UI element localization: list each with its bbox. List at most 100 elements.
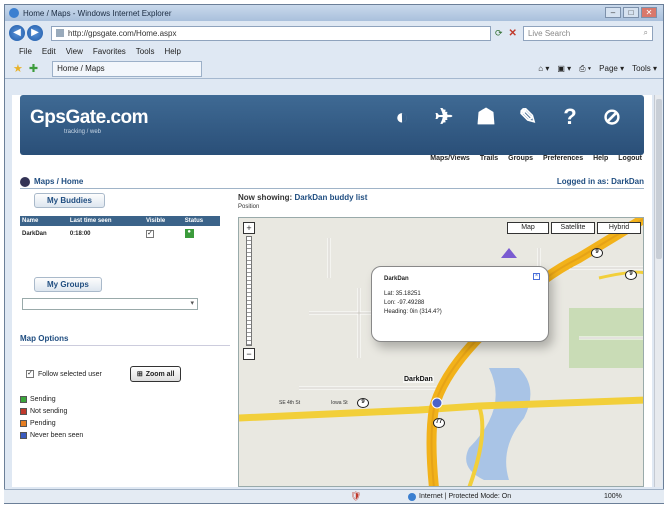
buddy-name[interactable]: DarkDan	[20, 226, 68, 241]
site-logo[interactable]: GpsGate.com	[30, 107, 149, 129]
map-type-map[interactable]: Map	[507, 222, 549, 234]
legend-label: Not sending	[30, 408, 68, 415]
zoom-slider[interactable]	[246, 236, 252, 346]
url-field[interactable]: http://gpsgate.com/Home.aspx	[51, 25, 491, 41]
status-legend: Sending Not sending Pending Never been s…	[20, 396, 230, 439]
back-button[interactable]: ◀	[9, 25, 25, 41]
legend-label: Never been seen	[30, 432, 84, 439]
my-buddies-tab[interactable]: My Buddies	[34, 193, 105, 208]
bubble-lon: Lon: -97.49288	[384, 300, 425, 306]
col-visible: Visible	[144, 216, 183, 226]
follow-checkbox[interactable]: ✓	[26, 370, 34, 378]
breadcrumb-row: Maps / Home Logged in as: DarkDan	[20, 175, 644, 189]
maps-views-icon[interactable]: ◐	[388, 103, 416, 131]
tab-home-maps[interactable]: Home / Maps	[52, 60, 203, 77]
maximize-button[interactable]: □	[623, 7, 639, 18]
bubble-close-icon[interactable]: ×	[533, 273, 540, 280]
map-options-title: Map Options	[20, 334, 230, 346]
nav-preferences[interactable]: Preferences	[543, 155, 583, 162]
add-favorite-icon[interactable]: ✚	[29, 62, 38, 75]
legend-label: Sending	[30, 396, 56, 403]
menu-favorites[interactable]: Favorites	[93, 47, 126, 56]
menu-bar: File Edit View Favorites Tools Help	[5, 45, 663, 58]
zone-info[interactable]: Internet | Protected Mode: On	[408, 492, 512, 501]
route-shield: 9	[625, 270, 637, 280]
col-name: Name	[20, 216, 68, 226]
menu-help[interactable]: Help	[164, 47, 180, 56]
search-icon[interactable]: ⌕	[643, 28, 647, 38]
stop-icon[interactable]: ✕	[509, 28, 517, 39]
buddy-pin-label[interactable]: DarkDan	[403, 376, 434, 383]
zone-text: Internet | Protected Mode: On	[419, 493, 512, 500]
my-groups-tab[interactable]: My Groups	[34, 277, 102, 292]
help-icon[interactable]: ?	[556, 103, 584, 131]
map-type-hybrid[interactable]: Hybrid	[597, 222, 641, 234]
logout-icon[interactable]: ⊘	[598, 103, 626, 131]
table-row[interactable]: DarkDan 0:18:00 ✓ ●	[20, 226, 220, 241]
security-icon[interactable]: 🛡	[350, 491, 361, 502]
now-showing: Now showing: DarkDan buddy list	[238, 193, 644, 202]
minimize-button[interactable]: –	[605, 7, 621, 18]
menu-file[interactable]: File	[19, 47, 32, 56]
legend-item: Never been seen	[20, 432, 230, 439]
zoom-level[interactable]: 100%	[604, 493, 622, 500]
internet-globe-icon	[408, 492, 416, 501]
site-header: GpsGate.com tracking / web ◐ ✈ ☗ ✎ ? ⊘	[20, 95, 644, 155]
vertical-scrollbar[interactable]	[654, 95, 662, 487]
window-title: Home / Maps - Windows Internet Explorer	[23, 8, 172, 18]
buddy-time: 0:18:00	[69, 230, 91, 237]
header-nav: Maps/Views Trails Groups Preferences Hel…	[430, 155, 642, 162]
zoom-out-button[interactable]: −	[243, 348, 255, 360]
trails-icon[interactable]: ✈	[430, 103, 458, 131]
road-label: SE 4th St	[279, 400, 301, 406]
page-menu[interactable]: Page ▾	[599, 64, 624, 74]
map-panel: Now showing: DarkDan buddy list Position…	[238, 193, 644, 487]
url-text: http://gpsgate.com/Home.aspx	[68, 28, 177, 38]
map-canvas[interactable]: Map Satellite Hybrid + − 9 9 9 77 SE 4th…	[238, 217, 644, 487]
close-window-button[interactable]: ✕	[641, 7, 657, 18]
nav-maps-views[interactable]: Maps/Views	[430, 155, 470, 162]
nav-help[interactable]: Help	[593, 155, 608, 162]
preferences-icon[interactable]: ✎	[514, 103, 542, 131]
title-bar: Home / Maps - Windows Internet Explorer …	[5, 5, 663, 21]
menu-tools[interactable]: Tools	[136, 47, 155, 56]
group-select[interactable]: ▾	[22, 298, 198, 310]
search-input[interactable]: Live Search ⌕	[522, 25, 653, 41]
refresh-icon[interactable]: ⟳	[495, 28, 503, 39]
map-roads	[239, 218, 643, 486]
buddy-table: Name Last time seen Visible Status DarkD…	[20, 216, 220, 241]
legend-item: Not sending	[20, 408, 230, 415]
visible-checkbox[interactable]: ✓	[146, 229, 154, 238]
bubble-heading: Heading: 0in (314.4?)	[384, 309, 442, 315]
nav-logout[interactable]: Logout	[618, 155, 642, 162]
road-label: Iowa St	[331, 400, 348, 406]
now-showing-label: Now showing:	[238, 193, 293, 202]
zoom-all-button[interactable]: ⊞ Zoom all	[129, 366, 182, 382]
route-shield: 77	[433, 418, 445, 428]
groups-icon[interactable]: ☗	[472, 103, 500, 131]
globe-icon	[20, 176, 30, 187]
feeds-icon[interactable]: ▣ ▾	[557, 64, 571, 74]
follow-label: Follow selected user	[38, 370, 102, 378]
nav-trails[interactable]: Trails	[480, 155, 498, 162]
print-icon[interactable]: ⎙ ▾	[579, 64, 591, 74]
menu-edit[interactable]: Edit	[42, 47, 56, 56]
tab-label: Home / Maps	[57, 64, 105, 73]
page-viewport: GpsGate.com tracking / web ◐ ✈ ☗ ✎ ? ⊘ M…	[12, 95, 652, 487]
forward-button[interactable]: ▶	[27, 25, 43, 41]
menu-view[interactable]: View	[66, 47, 83, 56]
map-type-satellite[interactable]: Satellite	[551, 222, 595, 234]
now-showing-value[interactable]: DarkDan buddy list	[294, 193, 367, 202]
logo-subtitle: tracking / web	[64, 129, 102, 135]
breadcrumb[interactable]: Maps / Home	[34, 177, 83, 186]
legend-label: Pending	[30, 420, 56, 427]
tools-menu[interactable]: Tools ▾	[632, 64, 657, 74]
scrollbar-thumb[interactable]	[656, 99, 662, 259]
favorites-star-icon[interactable]: ★	[13, 62, 23, 75]
address-bar: ◀ ▶ http://gpsgate.com/Home.aspx ⟳ ✕ Liv…	[5, 22, 663, 44]
nav-groups[interactable]: Groups	[508, 155, 533, 162]
zoom-in-button[interactable]: +	[243, 222, 255, 234]
search-placeholder: Live Search	[527, 28, 571, 38]
not-sending-swatch	[20, 408, 27, 415]
home-icon[interactable]: ⌂ ▾	[538, 64, 549, 74]
